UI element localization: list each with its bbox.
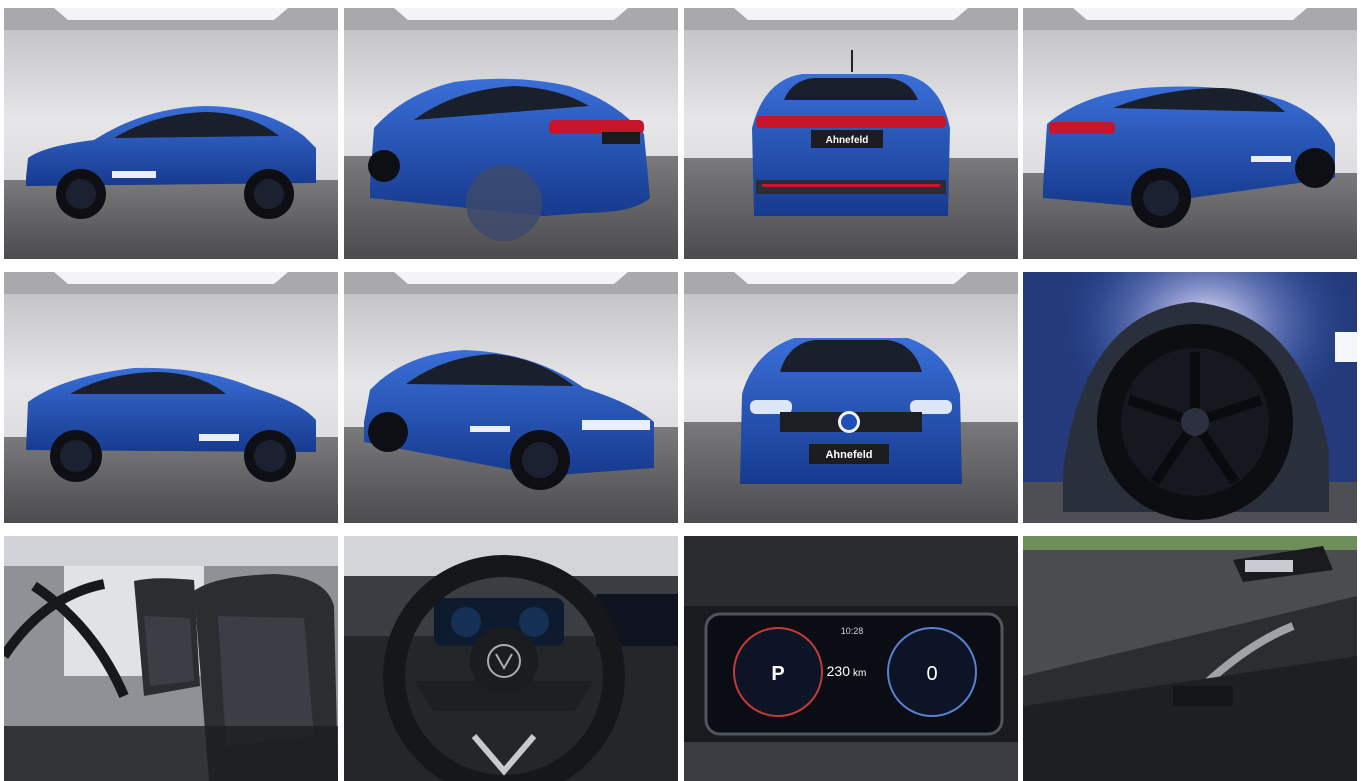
photo-side-profile[interactable] — [4, 8, 338, 259]
photo-wheel-closeup[interactable] — [1023, 272, 1357, 523]
vehicle-photo-gallery: Ahnefeld Ahnefeld P 0 230 km 10:28 — [0, 0, 1365, 781]
photo-rear-three-quarter-left[interactable] — [344, 8, 678, 259]
photo-door-panel[interactable] — [1023, 536, 1357, 781]
front-three-quarter-image — [344, 272, 678, 523]
photo-rear-three-quarter-right[interactable] — [1023, 8, 1357, 259]
wheel-closeup-image — [1023, 272, 1357, 523]
gear-indicator: P — [771, 663, 784, 685]
rear-three-quarter-image — [344, 8, 678, 259]
door-panel-image — [1023, 536, 1357, 781]
rear-dealer-plate: Ahnefeld — [826, 135, 869, 146]
front-dealer-plate: Ahnefeld — [825, 449, 872, 461]
photo-rear[interactable]: Ahnefeld — [684, 8, 1018, 259]
rear-three-quarter-right-image — [1023, 8, 1357, 259]
steering-wheel-image — [344, 536, 678, 781]
range-readout: 230 — [827, 663, 851, 679]
side-profile-image — [4, 8, 338, 259]
photo-front-seats[interactable] — [4, 536, 338, 781]
instrument-cluster-image: P 0 230 km 10:28 — [684, 536, 1018, 781]
photo-side-profile-right[interactable] — [4, 272, 338, 523]
side-profile-right-image — [4, 272, 338, 523]
cluster-clock: 10:28 — [841, 626, 864, 636]
photo-front-three-quarter[interactable] — [344, 272, 678, 523]
front-image: Ahnefeld — [684, 272, 1018, 523]
photo-instrument-cluster[interactable]: P 0 230 km 10:28 — [684, 536, 1018, 781]
front-seats-image — [4, 536, 338, 781]
speed-readout: 0 — [926, 663, 937, 685]
rear-image: Ahnefeld — [684, 8, 1018, 259]
photo-front[interactable]: Ahnefeld — [684, 272, 1018, 523]
range-unit: km — [853, 668, 866, 679]
photo-steering-wheel[interactable] — [344, 536, 678, 781]
